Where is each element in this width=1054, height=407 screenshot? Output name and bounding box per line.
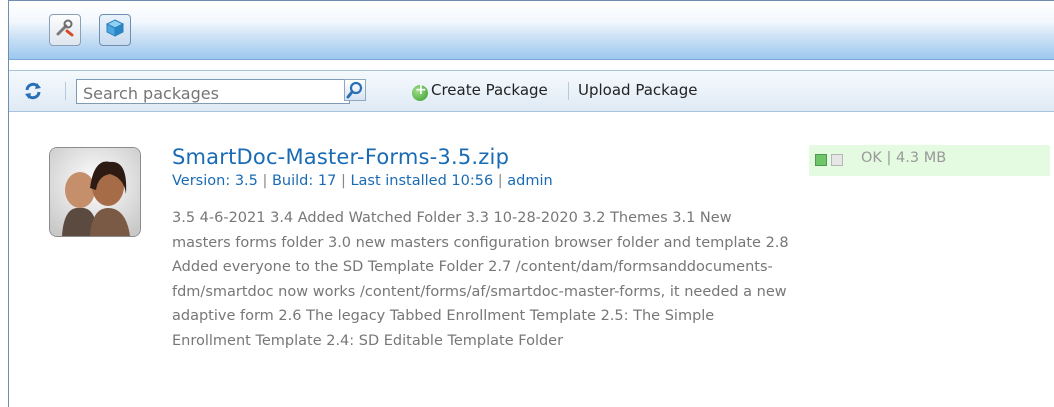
status-installed-icon	[815, 154, 827, 166]
package-thumbnail[interactable]	[49, 147, 141, 237]
meta-separator: |	[497, 173, 503, 189]
status-label: OK	[861, 150, 882, 166]
packages-button[interactable]	[99, 14, 131, 46]
package-title-link[interactable]: SmartDoc-Master-Forms-3.5.zip	[172, 145, 509, 169]
package-user: admin	[507, 173, 553, 189]
status-text: OK | 4.3 MB	[861, 150, 947, 166]
package-toolbar: Create Package Upload Package	[9, 70, 1054, 112]
tools-button[interactable]	[49, 14, 81, 46]
meta-separator: |	[262, 173, 268, 189]
search-button[interactable]	[344, 79, 366, 101]
add-icon[interactable]	[412, 82, 428, 101]
search-icon	[345, 81, 365, 104]
search-input[interactable]	[76, 79, 350, 104]
meta-separator: |	[340, 173, 346, 189]
refresh-icon[interactable]	[23, 81, 43, 101]
package-build: Build: 17	[271, 173, 337, 189]
package-manager-window: Create Package Upload Package SmartDoc-M…	[8, 0, 1054, 407]
upload-package-button[interactable]: Upload Package	[578, 81, 698, 99]
package-last-installed: Last installed 10:56	[350, 173, 494, 189]
package-description: 3.5 4-6-2021 3.4 Added Watched Folder 3.…	[172, 210, 789, 349]
tools-icon	[55, 18, 75, 42]
package-box-icon	[105, 18, 125, 42]
package-meta: Version: 3.5 | Build: 17 | Last installe…	[172, 173, 553, 189]
status-modified-icon	[831, 154, 843, 166]
top-navigation-bar	[9, 1, 1054, 60]
toolbar-separator	[568, 82, 569, 100]
toolbar-separator	[65, 82, 66, 100]
create-package-button[interactable]: Create Package	[431, 81, 548, 99]
package-status-badge: OK | 4.3 MB	[809, 145, 1050, 176]
package-size: 4.3 MB	[896, 150, 947, 166]
package-version: Version: 3.5	[172, 173, 258, 189]
